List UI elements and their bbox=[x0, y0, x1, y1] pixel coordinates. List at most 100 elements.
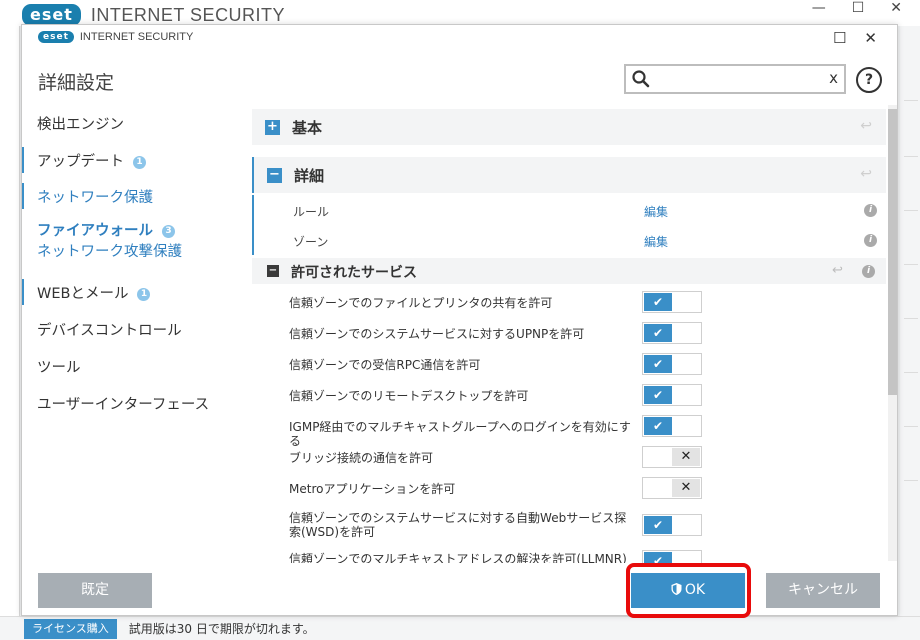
setting-row: IGMP経由でのマルチキャストグループへのログインを有効にする ✔ bbox=[252, 411, 886, 448]
sidebar-item-label: WEBとメール bbox=[37, 286, 129, 302]
cancel-button[interactable]: キャンセル bbox=[766, 573, 880, 608]
advanced-setup-dialog: eset INTERNET SECURITY ☐ ✕ 詳細設定 x ? 検出エン… bbox=[21, 24, 898, 618]
shield-icon bbox=[671, 583, 682, 595]
close-icon[interactable]: ✕ bbox=[864, 29, 877, 47]
section-indicator bbox=[22, 147, 24, 173]
setting-row: 信頼ゾーンでのシステムサービスに対する自動Webサービス探索(WSD)を許可 ✔ bbox=[252, 504, 886, 546]
scrollbar[interactable] bbox=[888, 105, 897, 561]
check-icon: ✔ bbox=[644, 355, 672, 373]
toggle-switch[interactable]: ✔ bbox=[642, 514, 702, 536]
divider bbox=[904, 480, 918, 481]
background-right-panel bbox=[900, 26, 920, 616]
revert-icon[interactable]: ↩ bbox=[860, 118, 872, 134]
zones-label: ゾーン bbox=[293, 235, 329, 249]
divider bbox=[904, 318, 918, 319]
setting-row: 信頼ゾーンでのシステムサービスに対するUPNPを許可 ✔ bbox=[252, 318, 886, 349]
divider bbox=[904, 156, 918, 157]
eset-logo-badge: eset bbox=[38, 31, 74, 43]
maximize-icon[interactable]: ☐ bbox=[852, 0, 865, 16]
toggle-switch[interactable]: ✔ bbox=[642, 353, 702, 375]
sidebar-item-device-control[interactable]: デバイスコントロール bbox=[22, 319, 250, 339]
trial-status-text: 試用版は30 日で期限が切れます。 bbox=[128, 622, 315, 636]
sidebar-item-label: デバイスコントロール bbox=[37, 323, 182, 339]
revert-icon[interactable]: ↩ bbox=[832, 263, 843, 278]
toggle-switch[interactable]: ✕ bbox=[642, 446, 702, 468]
sidebar-subitem-network-attack-protection[interactable]: ネットワーク攻撃保護 bbox=[37, 240, 250, 261]
sidebar-item-firewall[interactable]: ファイアウォール 3 ネットワーク攻撃保護 bbox=[22, 219, 250, 263]
check-icon: ✔ bbox=[644, 552, 672, 563]
dialog-titlebar: eset INTERNET SECURITY ☐ ✕ bbox=[22, 25, 897, 53]
setting-row: 信頼ゾーンでのリモートデスクトップを許可 ✔ bbox=[252, 380, 886, 411]
toggle-switch[interactable]: ✕ bbox=[642, 477, 702, 499]
setting-label: 信頼ゾーンでのマルチキャストアドレスの解決を許可(LLMNR) bbox=[289, 552, 627, 563]
section-basic[interactable]: + 基本 ↩ bbox=[252, 109, 886, 145]
sidebar-item-update[interactable]: アップデート 1 bbox=[22, 147, 250, 173]
background-window-controls: — ☐ ✕ bbox=[812, 0, 902, 16]
info-icon[interactable]: i bbox=[862, 265, 875, 278]
toggle-switch[interactable]: ✔ bbox=[642, 291, 702, 313]
divider bbox=[904, 100, 918, 101]
setting-row: Metroアプリケーションを許可 ✕ bbox=[252, 473, 886, 504]
search-input[interactable] bbox=[654, 70, 824, 90]
sidebar-item-label: アップデート bbox=[37, 154, 124, 170]
zones-edit-link[interactable]: 編集 bbox=[644, 233, 668, 250]
rules-row: ルール 編集 i bbox=[252, 195, 886, 225]
search-box[interactable]: x bbox=[624, 64, 846, 94]
setting-label: 信頼ゾーンでのシステムサービスに対する自動Webサービス探索(WSD)を許可 bbox=[289, 511, 627, 539]
setting-row: 信頼ゾーンでのマルチキャストアドレスの解決を許可(LLMNR) ✔ bbox=[252, 546, 886, 563]
allowed-services-header[interactable]: − 許可されたサービス ↩ i bbox=[252, 258, 886, 284]
settings-content: + 基本 ↩ − 詳細 ↩ ルール 編集 i ゾーン 編集 i − 許可されたサ… bbox=[250, 105, 890, 563]
check-icon: ✔ bbox=[644, 417, 672, 435]
section-advanced[interactable]: − 詳細 ↩ bbox=[252, 157, 886, 193]
sidebar-item-detection-engine[interactable]: 検出エンジン bbox=[22, 113, 250, 133]
setting-label: 信頼ゾーンでのシステムサービスに対するUPNPを許可 bbox=[289, 327, 585, 341]
close-icon[interactable]: ✕ bbox=[890, 0, 902, 16]
info-icon[interactable]: i bbox=[864, 204, 877, 217]
default-button[interactable]: 既定 bbox=[38, 573, 152, 608]
sidebar-item-tools[interactable]: ツール bbox=[22, 356, 250, 376]
sidebar: 検出エンジン アップデート 1 ネットワーク保護 ファイアウォール 3 ネットワーク… bbox=[22, 105, 250, 561]
info-icon[interactable]: i bbox=[864, 234, 877, 247]
section-indicator bbox=[22, 279, 24, 305]
dialog-logo: eset INTERNET SECURITY bbox=[38, 31, 193, 43]
notification-badge: 3 bbox=[162, 225, 175, 238]
divider bbox=[904, 372, 918, 373]
section-title: 基本 bbox=[292, 119, 323, 137]
toggle-switch[interactable]: ✔ bbox=[642, 550, 702, 563]
setting-row: ブリッジ接続の通信を許可 ✕ bbox=[252, 442, 886, 473]
status-bar: ライセンス購入 試用版は30 日で期限が切れます。 bbox=[0, 616, 920, 640]
sidebar-item-network-protection[interactable]: ネットワーク保護 bbox=[22, 183, 250, 209]
brand-text: INTERNET SECURITY bbox=[90, 4, 286, 25]
ok-button[interactable]: OK bbox=[631, 573, 745, 608]
setting-label: ブリッジ接続の通信を許可 bbox=[289, 451, 434, 465]
scrollbar-thumb[interactable] bbox=[888, 109, 897, 395]
setting-row: 信頼ゾーンでの受信RPC通信を許可 ✔ bbox=[252, 349, 886, 380]
setting-label: 信頼ゾーンでのファイルとプリンタの共有を許可 bbox=[289, 296, 553, 310]
minimize-icon[interactable]: — bbox=[812, 0, 826, 16]
sidebar-item-user-interface[interactable]: ユーザーインターフェース bbox=[22, 393, 250, 413]
toggle-switch[interactable]: ✔ bbox=[642, 415, 702, 437]
sidebar-item-web-and-email[interactable]: WEBとメール 1 bbox=[22, 279, 250, 305]
maximize-icon[interactable]: ☐ bbox=[833, 29, 846, 47]
toggle-switch[interactable]: ✔ bbox=[642, 322, 702, 344]
license-purchase-button[interactable]: ライセンス購入 bbox=[24, 618, 117, 639]
expand-icon[interactable]: + bbox=[265, 120, 280, 135]
background-titlebar: eset INTERNET SECURITY — ☐ ✕ bbox=[0, 0, 920, 26]
setting-label: 信頼ゾーンでのリモートデスクトップを許可 bbox=[289, 389, 529, 403]
collapse-icon[interactable]: − bbox=[267, 265, 279, 277]
search-icon bbox=[632, 70, 650, 88]
check-icon: ✔ bbox=[644, 386, 672, 404]
x-icon: ✕ bbox=[672, 448, 700, 466]
sidebar-item-label: 検出エンジン bbox=[37, 117, 124, 133]
rules-label: ルール bbox=[293, 205, 330, 219]
rules-edit-link[interactable]: 編集 bbox=[644, 203, 668, 220]
x-icon: ✕ bbox=[672, 479, 700, 497]
toggle-switch[interactable]: ✔ bbox=[642, 384, 702, 406]
eset-logo-badge: eset bbox=[22, 4, 81, 26]
clear-search-icon[interactable]: x bbox=[829, 69, 838, 87]
zones-row: ゾーン 編集 i bbox=[252, 225, 886, 255]
revert-icon[interactable]: ↩ bbox=[860, 166, 872, 182]
help-button[interactable]: ? bbox=[856, 67, 882, 93]
ok-label: OK bbox=[684, 582, 706, 598]
collapse-icon[interactable]: − bbox=[267, 168, 282, 183]
